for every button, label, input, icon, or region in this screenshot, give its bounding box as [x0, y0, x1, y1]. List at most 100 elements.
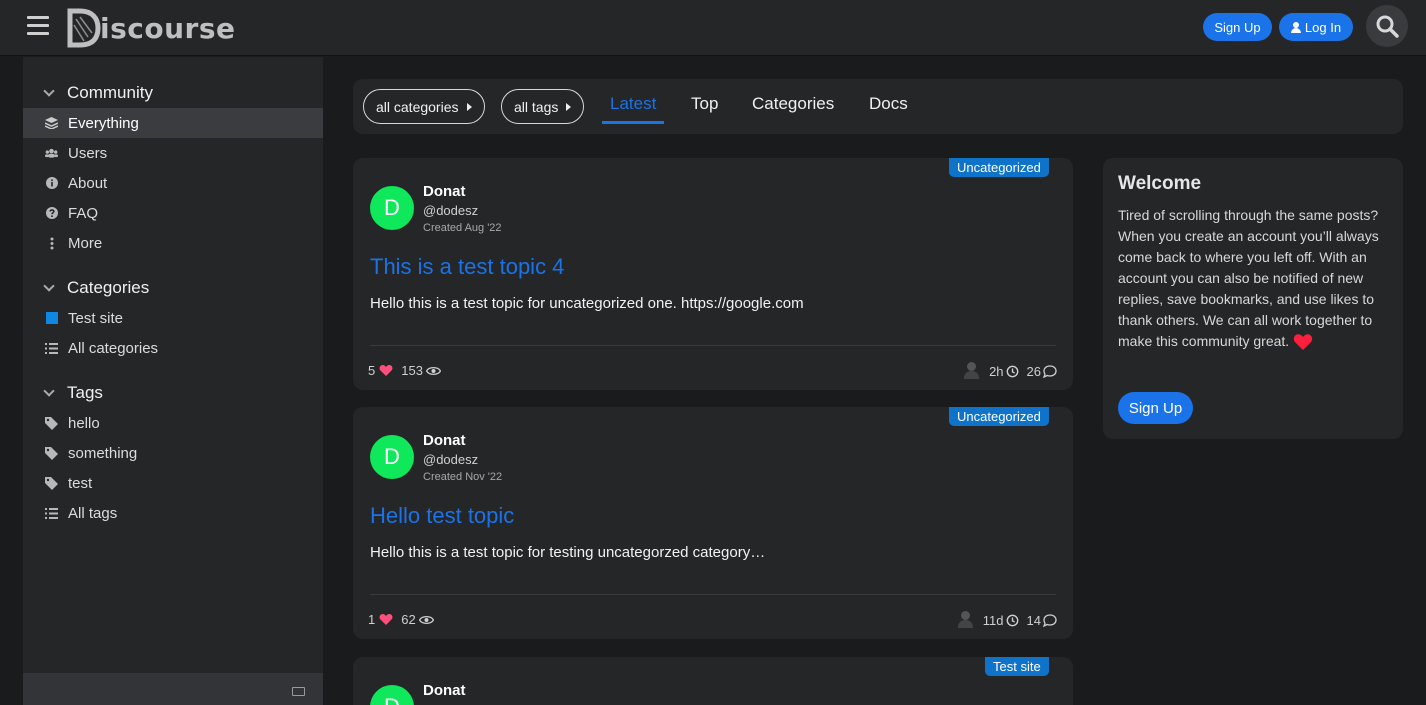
welcome-body: Tired of scrolling through the same post…	[1118, 207, 1379, 349]
card-divider	[370, 594, 1056, 595]
sidebar-header-label: Tags	[67, 383, 103, 402]
author-handle: @dodesz	[423, 203, 479, 218]
sidebar-item-label: All categories	[68, 339, 159, 357]
topic-navigation: all categories all tags Latest Top Categ…	[353, 79, 1403, 134]
sidebar-item-tag-hello[interactable]: hello	[23, 408, 323, 438]
topic-stats: 5 153	[368, 363, 441, 378]
author-name[interactable]: Donat	[423, 432, 466, 449]
topic-card[interactable]: Uncategorized D Donat @dodesz Created Au…	[353, 158, 1073, 390]
sidebar-item-label: Users	[68, 144, 108, 162]
logo-d-icon	[67, 8, 101, 48]
hamburger-menu-icon[interactable]	[27, 16, 49, 36]
sidebar-item-label: About	[68, 174, 108, 192]
tab-top[interactable]: Top	[691, 94, 718, 124]
categories-dropdown-label: all categories	[376, 98, 459, 115]
comment-icon	[1043, 364, 1057, 378]
author-name[interactable]: Donat	[423, 682, 466, 699]
likes-count: 1	[368, 612, 376, 627]
sidebar-item-tag-something[interactable]: something	[23, 438, 323, 468]
search-button[interactable]	[1366, 5, 1408, 47]
avatar[interactable]: D	[370, 685, 414, 705]
chevron-down-icon	[43, 85, 55, 97]
tags-dropdown[interactable]: all tags	[501, 89, 585, 124]
keyboard-icon[interactable]	[292, 687, 305, 696]
info-icon	[45, 177, 58, 190]
topic-excerpt: Hello this is a test topic for uncategor…	[370, 295, 804, 312]
layers-icon	[45, 117, 58, 130]
sidebar-footer	[23, 673, 323, 705]
site-header: iscourse Sign Up Log In	[0, 0, 1426, 56]
login-button[interactable]: Log In	[1279, 13, 1353, 41]
category-badge[interactable]: Uncategorized	[949, 407, 1049, 426]
sidebar-item-all-tags[interactable]: All tags	[23, 498, 323, 528]
sidebar-item-label: something	[68, 444, 138, 462]
sidebar-item-everything[interactable]: Everything	[23, 108, 323, 138]
sidebar-item-about[interactable]: About	[23, 168, 323, 198]
welcome-panel: Welcome Tired of scrolling through the s…	[1103, 158, 1403, 439]
sidebar-item-label: hello	[68, 414, 100, 432]
last-poster-avatar[interactable]	[964, 362, 980, 380]
last-activity[interactable]: 11d	[983, 613, 1004, 628]
avatar[interactable]: D	[370, 435, 414, 479]
eye-icon	[418, 615, 434, 624]
likes-count: 5	[368, 363, 376, 378]
tag-icon	[45, 416, 58, 430]
tag-icon	[45, 446, 58, 460]
chevron-down-icon	[43, 280, 55, 292]
topic-activity: 2h 26	[964, 362, 1057, 380]
sidebar-item-tag-test[interactable]: test	[23, 468, 323, 498]
sidebar-item-label: test	[68, 474, 93, 492]
site-logo[interactable]: iscourse	[64, 6, 236, 50]
topic-title[interactable]: Hello test topic	[370, 503, 514, 529]
last-poster-avatar[interactable]	[957, 611, 973, 629]
topic-card[interactable]: Uncategorized D Donat @dodesz Created No…	[353, 407, 1073, 639]
tab-categories[interactable]: Categories	[752, 94, 834, 124]
welcome-title: Welcome	[1118, 173, 1202, 194]
sidebar-item-more[interactable]: More	[23, 228, 323, 258]
sidebar-header-community[interactable]: Community	[23, 78, 323, 108]
sidebar-item-all-categories[interactable]: All categories	[23, 333, 323, 363]
category-badge[interactable]: Uncategorized	[949, 158, 1049, 177]
eye-icon	[425, 366, 441, 375]
topic-excerpt: Hello this is a test topic for testing u…	[370, 544, 766, 561]
replies-count: 26	[1026, 363, 1041, 379]
sidebar-item-users[interactable]: Users	[23, 138, 323, 168]
topic-title[interactable]: This is a test topic 4	[370, 254, 564, 280]
chevron-down-icon	[43, 385, 55, 397]
sidebar-item-label: Test site	[68, 309, 124, 327]
signup-button[interactable]: Sign Up	[1203, 13, 1272, 41]
login-label: Log In	[1304, 19, 1342, 35]
categories-dropdown[interactable]: all categories	[363, 89, 485, 124]
category-badge[interactable]: Test site	[985, 657, 1049, 676]
user-icon	[1290, 21, 1301, 33]
sidebar-section-tags: Tags hello something test All tags	[23, 378, 323, 528]
comment-icon	[1043, 613, 1057, 627]
sidebar-header-categories[interactable]: Categories	[23, 273, 323, 303]
tab-docs[interactable]: Docs	[869, 94, 908, 124]
views-count: 153	[401, 363, 423, 378]
tab-latest[interactable]: Latest	[602, 94, 665, 124]
author-name[interactable]: Donat	[423, 183, 466, 200]
author-handle: @dodesz	[423, 452, 479, 467]
tag-icon	[45, 476, 58, 490]
welcome-text: Tired of scrolling through the same post…	[1118, 205, 1388, 352]
views-count: 62	[401, 612, 416, 627]
users-icon	[45, 147, 58, 160]
last-activity[interactable]: 2h	[989, 364, 1003, 379]
category-square-icon	[45, 312, 58, 325]
sidebar-item-test-site[interactable]: Test site	[23, 303, 323, 333]
sidebar-item-label: Everything	[68, 114, 139, 132]
history-icon	[1006, 614, 1018, 626]
replies-count: 14	[1026, 612, 1041, 628]
welcome-signup-button[interactable]: Sign Up	[1118, 392, 1193, 424]
list-icon	[45, 507, 58, 520]
list-icon	[45, 342, 58, 355]
sidebar-section-categories: Categories Test site All categories	[23, 273, 323, 363]
heart-icon	[379, 614, 393, 625]
question-icon	[45, 207, 58, 220]
topic-card[interactable]: Test site D Donat	[353, 657, 1073, 705]
sidebar-item-faq[interactable]: FAQ	[23, 198, 323, 228]
created-date: Created Nov '22	[423, 471, 503, 483]
avatar[interactable]: D	[370, 186, 414, 230]
sidebar-header-tags[interactable]: Tags	[23, 378, 323, 408]
